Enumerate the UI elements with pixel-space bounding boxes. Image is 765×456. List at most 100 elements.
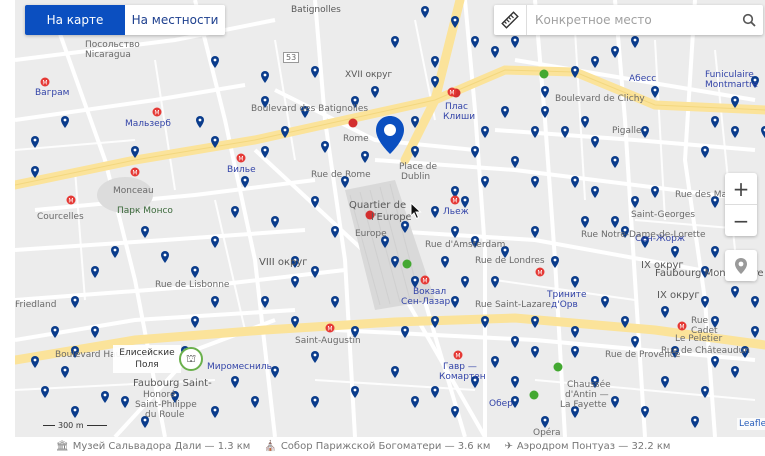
place-marker-dot xyxy=(713,358,717,362)
place-marker-dot xyxy=(43,388,47,392)
nearby-place[interactable]: 🏛 Музей Сальвадора Дали — 1.3 км xyxy=(56,441,250,452)
on-site-button[interactable]: На местности xyxy=(125,5,225,35)
place-marker-dot xyxy=(233,378,237,382)
place-marker-dot xyxy=(363,153,367,157)
place-marker-dot xyxy=(213,138,217,142)
place-marker-dot xyxy=(413,398,417,402)
place-marker-dot xyxy=(573,68,577,72)
place-marker-dot xyxy=(733,128,737,132)
scale-line xyxy=(43,425,55,426)
on-map-button[interactable]: На карте xyxy=(25,5,125,35)
place-marker-dot xyxy=(573,348,577,352)
green-marker[interactable] xyxy=(529,390,539,400)
poi-label[interactable]: Елисейские Поля xyxy=(113,345,181,373)
place-marker-dot xyxy=(263,98,267,102)
map-label: д'Орв xyxy=(551,300,578,310)
place-marker-dot xyxy=(313,398,317,402)
place-marker-dot xyxy=(593,138,597,142)
place-marker-dot xyxy=(573,178,577,182)
green-marker[interactable] xyxy=(539,69,549,79)
place-marker-dot xyxy=(703,148,707,152)
map-label: Rue de Châteaudun xyxy=(661,346,750,356)
place-marker-dot xyxy=(253,398,257,402)
map-label: Rue de Lisbonne xyxy=(155,280,230,290)
metro-station-glyph: M xyxy=(132,170,137,177)
metro-station-glyph: M xyxy=(42,80,47,87)
map-label: Сен-Лазар xyxy=(401,297,451,307)
place-marker-dot xyxy=(403,223,407,227)
scale-line xyxy=(86,425,107,426)
green-marker[interactable] xyxy=(553,362,563,372)
place-marker-dot xyxy=(563,128,567,132)
map-label: Льеж xyxy=(443,207,469,217)
place-marker-dot xyxy=(313,268,317,272)
map-label: Rue d'Amsterdam xyxy=(425,240,506,250)
map-label: Парк Монсо xyxy=(117,206,173,216)
attribution-link[interactable]: Leaflet xyxy=(737,418,765,430)
place-marker-dot xyxy=(413,118,417,122)
map-label: Миромесниль xyxy=(207,362,272,372)
metro-station-glyph: M xyxy=(422,278,427,285)
place-marker-dot xyxy=(93,328,97,332)
place-marker-dot xyxy=(373,88,377,92)
zoom-in-button[interactable]: + xyxy=(725,173,757,205)
place-marker-dot xyxy=(543,418,547,422)
place-marker-dot xyxy=(213,238,217,242)
place-marker-dot xyxy=(293,278,297,282)
place-marker-dot xyxy=(33,168,37,172)
place-marker-dot xyxy=(133,148,137,152)
scale-bar: 300 m xyxy=(43,421,107,430)
selected-location-marker[interactable] xyxy=(375,115,405,155)
place-marker-dot xyxy=(143,228,147,232)
place-marker-dot xyxy=(73,408,77,412)
place-marker-dot xyxy=(433,318,437,322)
metro-station-glyph: M xyxy=(679,324,684,331)
landmark-icon[interactable]: ⛫ xyxy=(179,347,203,371)
scale-label: 300 m xyxy=(58,421,84,430)
map-label: Honoré xyxy=(143,390,176,400)
place-marker-dot xyxy=(453,408,457,412)
place-marker-dot xyxy=(163,253,167,257)
place-marker-dot xyxy=(453,228,457,232)
place-marker-dot xyxy=(483,128,487,132)
place-marker-dot xyxy=(613,158,617,162)
place-marker-dot xyxy=(33,138,37,142)
ruler-icon[interactable] xyxy=(494,5,527,35)
place-marker-dot xyxy=(413,148,417,152)
map-label: Saint-Georges xyxy=(631,210,696,220)
place-marker-dot xyxy=(703,298,707,302)
place-marker-dot xyxy=(353,328,357,332)
map-label: d'Antin — xyxy=(565,390,609,400)
place-marker-dot xyxy=(733,98,737,102)
map-label: Monceau xyxy=(113,186,154,196)
metro-station-glyph: M xyxy=(455,353,460,360)
nearby-place[interactable]: ✈ Аэродром Понтуаз — 32.2 км xyxy=(504,441,670,452)
map-label: Обер xyxy=(489,399,513,409)
search-input[interactable] xyxy=(527,5,735,35)
place-marker-dot xyxy=(513,378,517,382)
green-marker[interactable] xyxy=(402,259,412,269)
place-marker-dot xyxy=(753,298,757,302)
map-label: Saint-Augustin xyxy=(295,336,361,346)
map-canvas[interactable]: M M M M M M M M M M M M Batignolles XVII округ Посо… xyxy=(15,0,765,437)
place-marker-dot xyxy=(653,188,657,192)
place-marker-dot xyxy=(193,318,197,322)
place-marker-dot xyxy=(533,318,537,322)
place-marker-dot xyxy=(213,298,217,302)
place-marker-dot xyxy=(198,118,202,122)
map-label: Гавр — xyxy=(443,362,477,372)
highlight-marker[interactable] xyxy=(348,118,358,128)
zoom-out-button[interactable]: − xyxy=(725,205,757,236)
metro-station-glyph: M xyxy=(154,110,159,117)
place-marker-dot xyxy=(713,248,717,252)
place-marker-dot xyxy=(453,18,457,22)
location-pin-icon[interactable] xyxy=(725,250,757,281)
nearby-place[interactable]: ⛪ Собор Парижской Богоматери — 3.6 км xyxy=(264,441,490,452)
place-marker-dot xyxy=(643,408,647,412)
map-label: Saint-Philippe xyxy=(135,400,197,410)
place-marker-dot xyxy=(53,328,57,332)
map-label: Place de xyxy=(399,162,438,172)
search-icon[interactable] xyxy=(735,5,763,35)
search-bar xyxy=(494,5,763,35)
map-label: Rue Notre-Dame-de-Lorette xyxy=(581,230,706,240)
